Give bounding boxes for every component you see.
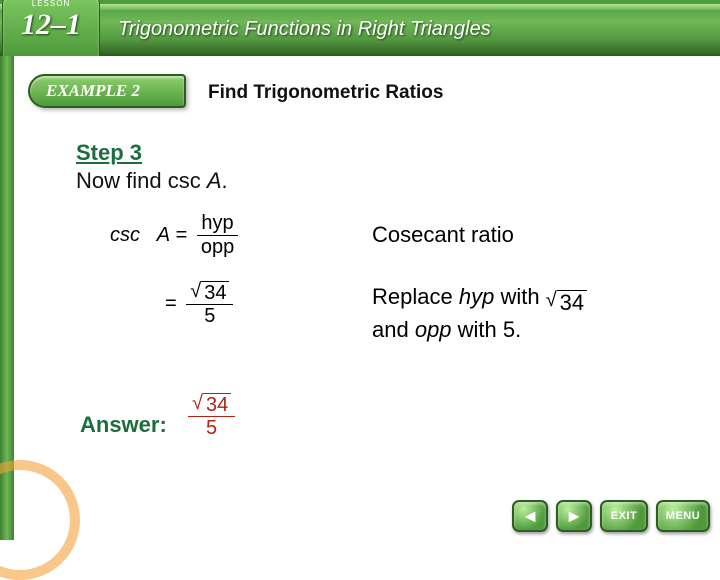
banner-stripe xyxy=(0,4,720,10)
exp2-sqrt: √34 xyxy=(546,290,587,315)
answer-num: √ 34 xyxy=(188,392,235,416)
equation-substituted: = √ 34 5 xyxy=(165,280,237,328)
lesson-tag: LESSON xyxy=(3,0,99,8)
answer-den: 5 xyxy=(188,417,235,440)
example-label: EXAMPLE 2 xyxy=(46,81,140,101)
answer-label: Answer: xyxy=(80,412,167,438)
eq1-var: A xyxy=(157,224,170,246)
top-banner: LESSON 12–1 Trigonometric Functions in R… xyxy=(0,0,720,56)
eq2-num: √ 34 xyxy=(186,280,233,304)
example-subtitle: Find Trigonometric Ratios xyxy=(208,82,443,104)
menu-button[interactable]: MENU xyxy=(656,500,710,532)
step-text: Now find csc A. xyxy=(76,168,228,194)
next-button[interactable]: ► xyxy=(556,500,592,532)
step-pre: Now find csc xyxy=(76,168,207,193)
equation-definition: csc A = hyp opp xyxy=(110,212,242,259)
answer-fraction: √ 34 5 xyxy=(188,392,235,440)
lesson-tab: LESSON 12–1 xyxy=(2,0,100,56)
menu-label: MENU xyxy=(666,510,700,522)
exp2-post2: with 5. xyxy=(452,317,522,342)
step-var: A xyxy=(207,168,222,193)
exp2-hyp: hyp xyxy=(459,284,494,309)
exit-button[interactable]: EXIT xyxy=(600,500,648,532)
eq1-den: opp xyxy=(197,236,238,259)
answer-sqrt: √ 34 xyxy=(192,393,231,416)
eq1-num: hyp xyxy=(197,212,238,235)
radical-symbol: √ xyxy=(546,290,557,310)
explanation-replace: Replace hyp with √34 and opp with 5. xyxy=(372,282,587,345)
chevron-right-icon: ► xyxy=(565,506,583,527)
exp2-pre: Replace xyxy=(372,284,459,309)
eq1-func: csc xyxy=(110,224,140,246)
radical-symbol: √ xyxy=(192,393,203,413)
answer-root: 34 xyxy=(203,393,231,416)
eq1-eq: = xyxy=(176,224,193,246)
lesson-number: 12–1 xyxy=(3,8,99,42)
explanation-cosecant: Cosecant ratio xyxy=(372,222,514,248)
exp2-root: 34 xyxy=(557,290,587,315)
eq2-fraction: √ 34 5 xyxy=(186,280,233,328)
step-label: Step 3 xyxy=(76,140,142,166)
arc-decoration xyxy=(0,460,80,580)
exp2-opp: opp xyxy=(415,317,452,342)
banner-title: Trigonometric Functions in Right Triangl… xyxy=(118,18,491,41)
nav-buttons: ◄ ► EXIT MENU xyxy=(512,500,710,532)
banner-shadow xyxy=(0,40,720,54)
eq2-den: 5 xyxy=(186,305,233,328)
exit-label: EXIT xyxy=(611,510,637,522)
eq2-root: 34 xyxy=(201,281,229,304)
prev-button[interactable]: ◄ xyxy=(512,500,548,532)
example-badge: EXAMPLE 2 xyxy=(28,74,186,108)
exp2-post1: and xyxy=(372,317,415,342)
radical-symbol: √ xyxy=(190,281,201,301)
exp2-mid: with xyxy=(494,284,545,309)
chevron-left-icon: ◄ xyxy=(521,506,539,527)
step-post: . xyxy=(222,168,228,193)
answer-value: √ 34 5 xyxy=(184,392,239,440)
eq2-eq: = xyxy=(165,292,182,314)
eq1-fraction: hyp opp xyxy=(197,212,238,259)
sqrt-icon: √ 34 xyxy=(190,281,229,304)
